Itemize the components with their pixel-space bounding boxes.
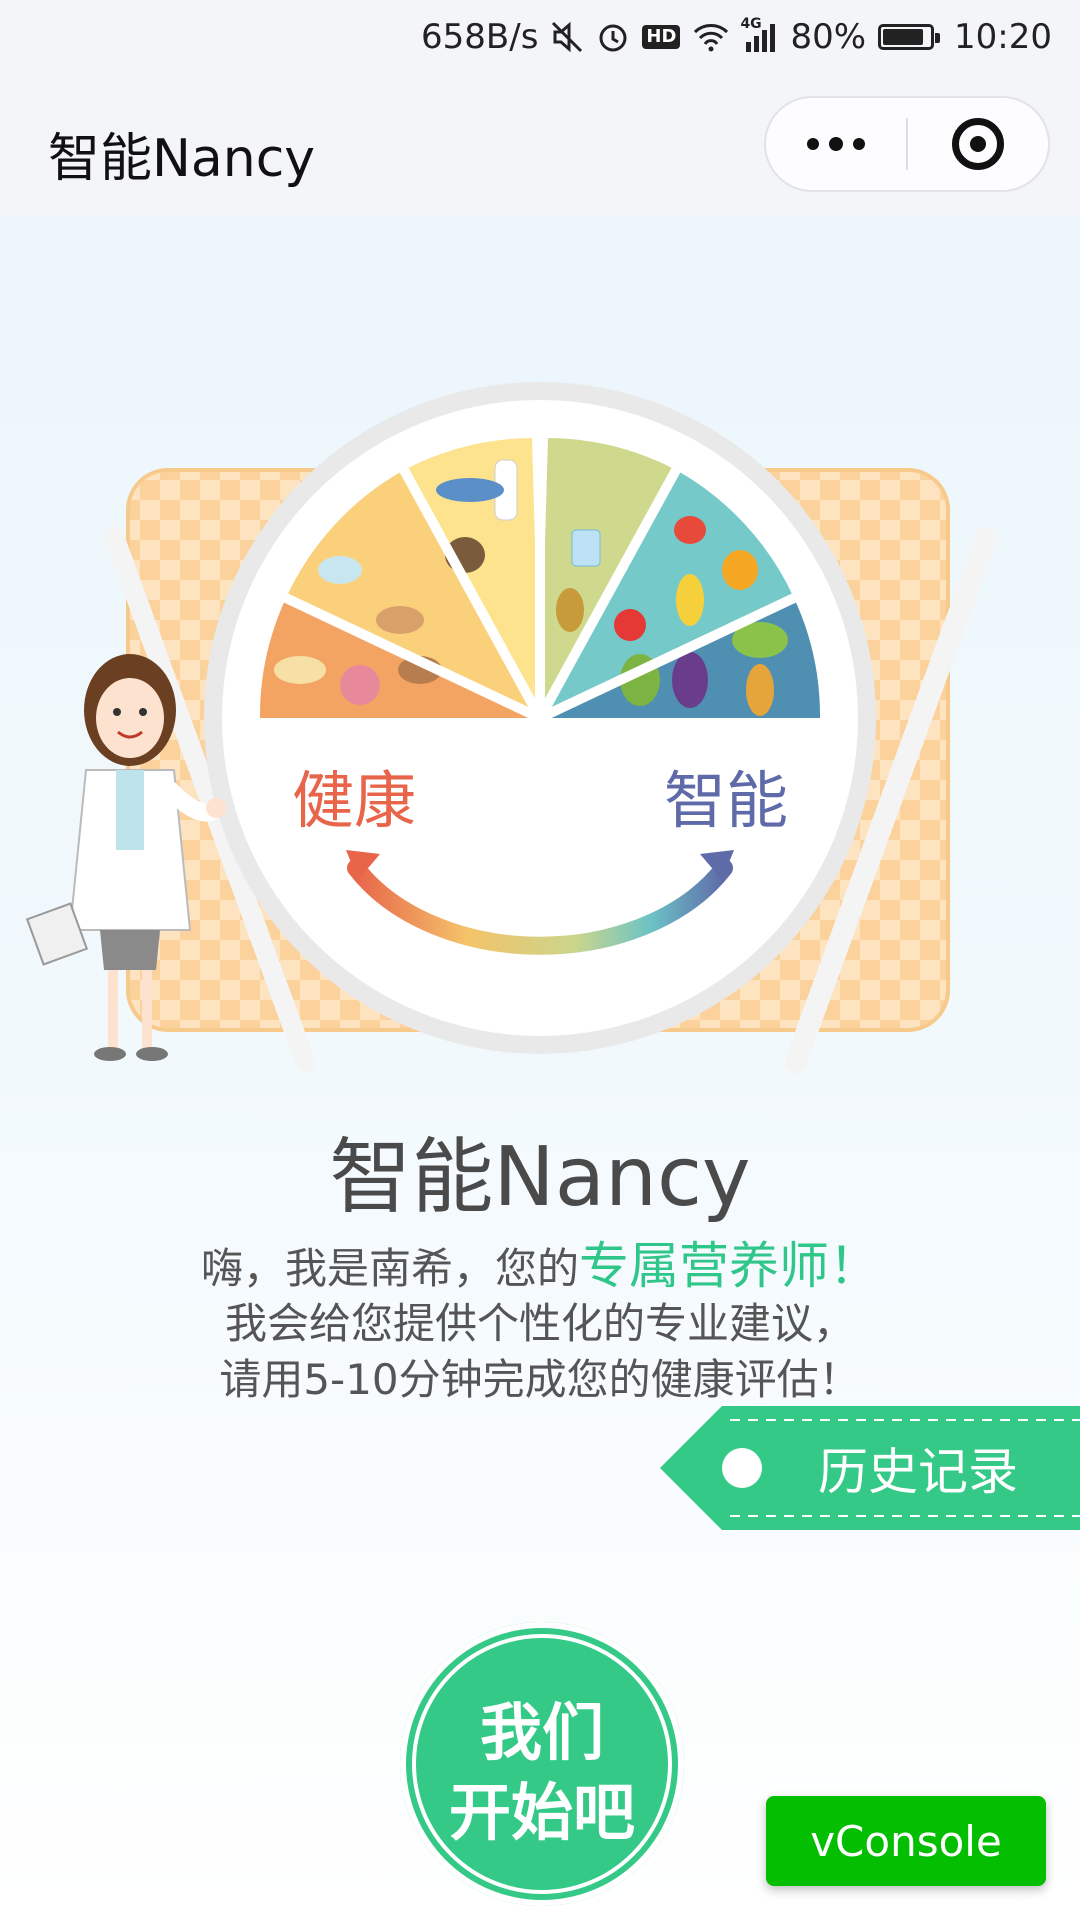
clock: 10:20 (954, 17, 1052, 57)
intro-highlight: 专属营养师！ (579, 1237, 879, 1295)
start-label-line-2: 开始吧 (448, 1776, 635, 1849)
mute-icon (550, 20, 584, 54)
history-button[interactable]: 历史记录 (660, 1406, 1080, 1530)
start-button[interactable]: 我们 开始吧 (400, 1622, 684, 1906)
mini-program-capsule (764, 96, 1050, 192)
vconsole-button[interactable]: vConsole (766, 1796, 1046, 1886)
intro-line-1: 嗨，我是南希，您的专属营养师！ (0, 1238, 1080, 1297)
more-dots-icon (807, 137, 865, 151)
close-button[interactable] (908, 98, 1048, 190)
nav-bar: 智能Nancy (0, 74, 1080, 216)
battery-percent: 80% (790, 17, 867, 57)
plate-illustration (25, 382, 998, 1074)
history-label: 历史记录 (818, 1443, 1018, 1501)
smart-label: 智能 (664, 764, 789, 837)
hero-illustration: 健康 智能 (0, 340, 1080, 1080)
page-title: 智能Nancy (48, 129, 316, 189)
battery-icon (878, 24, 941, 50)
health-label: 健康 (292, 764, 417, 837)
alarm-icon (596, 20, 630, 54)
start-label-line-1: 我们 (479, 1696, 604, 1769)
app-name-heading: 智能Nancy (329, 1130, 751, 1225)
target-icon (952, 118, 1004, 170)
intro-line-3: 请用5-10分钟完成您的健康评估！ (219, 1355, 861, 1404)
intro-line-2: 我会给您提供个性化的专业建议， (224, 1299, 855, 1348)
signal-icon: 4G (740, 16, 778, 52)
status-bar: 658B/s HD 4G 80% 10:20 (0, 0, 1080, 74)
wifi-icon (692, 22, 730, 52)
intro-prefix: 嗨，我是南希，您的 (200, 1244, 579, 1293)
more-button[interactable] (766, 98, 906, 190)
net-speed: 658B/s (421, 17, 539, 57)
hd-icon: HD (642, 25, 681, 49)
network-type: 4G (740, 16, 762, 32)
